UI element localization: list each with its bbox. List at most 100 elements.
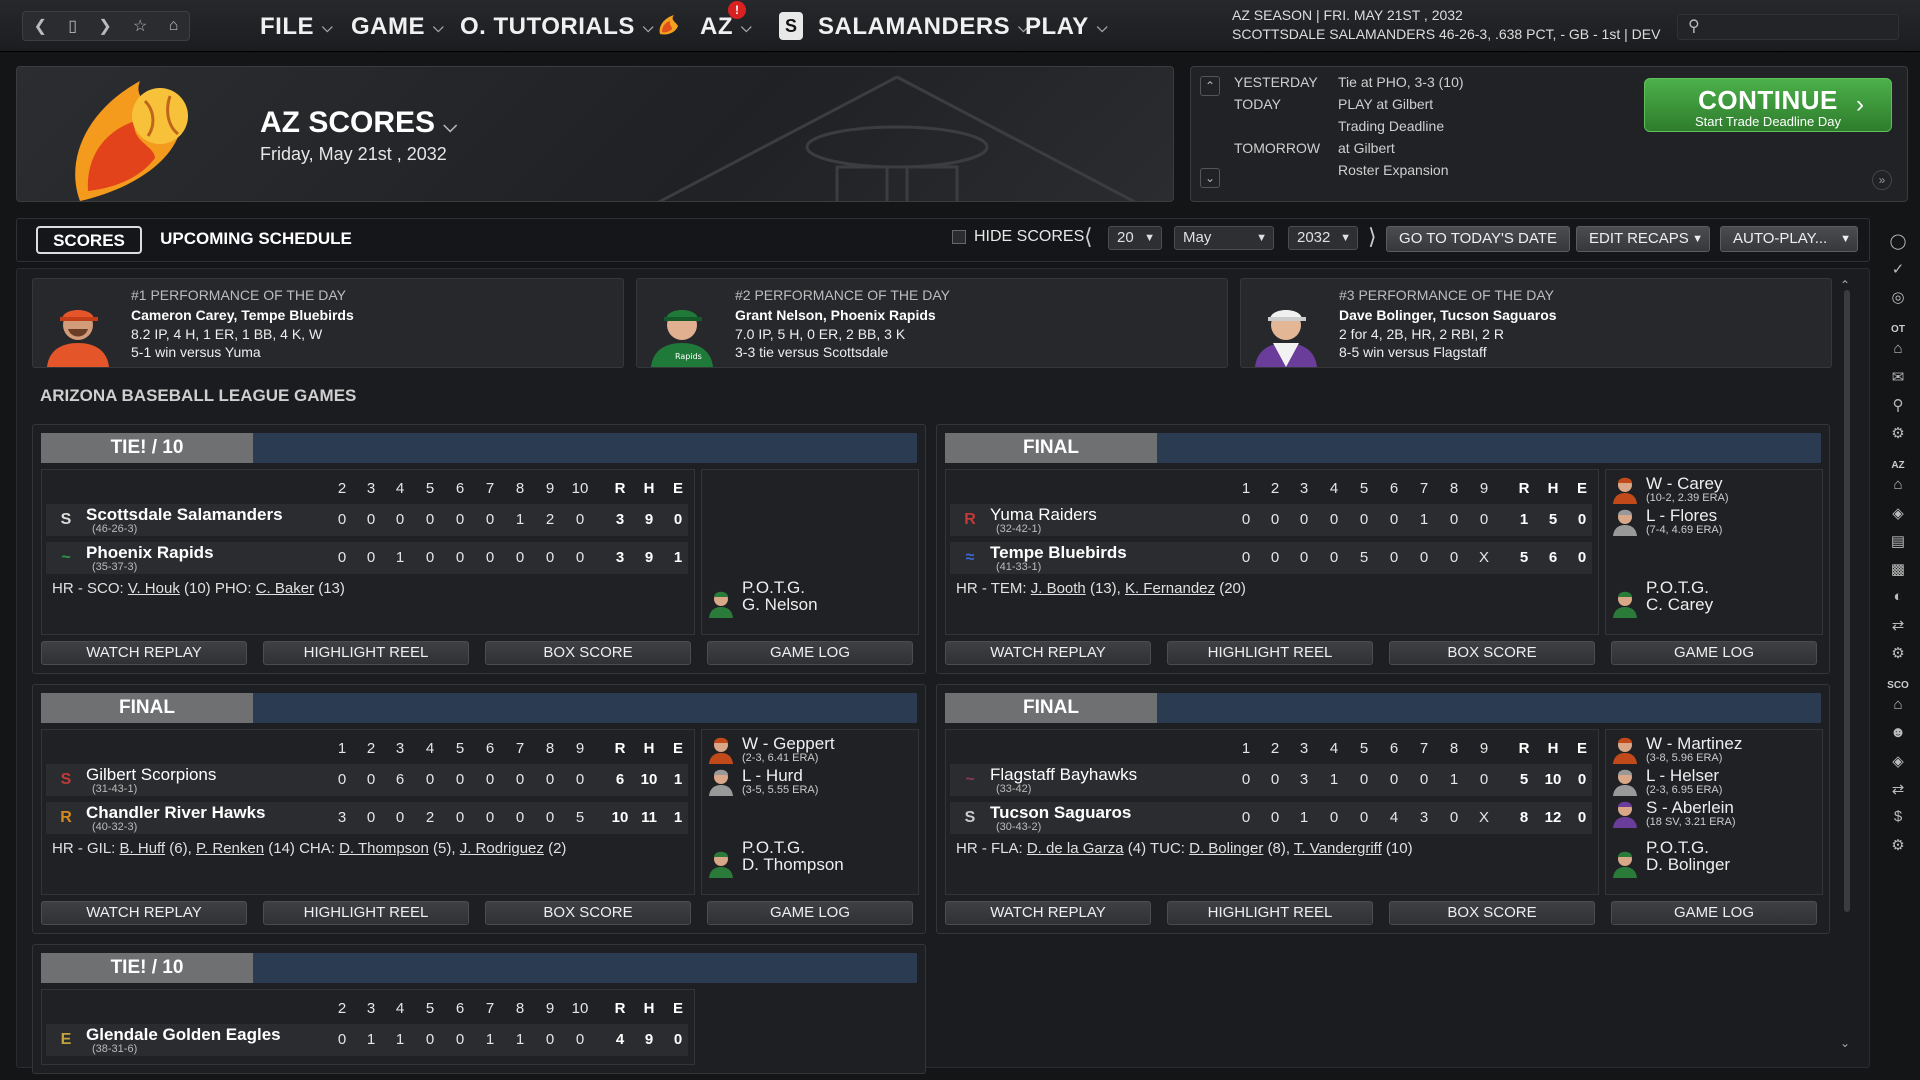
news-icon[interactable]: ▤ <box>1888 532 1908 552</box>
year-select[interactable]: 2032 ▼ <box>1288 226 1358 250</box>
continue-button[interactable]: CONTINUE Start Trade Deadline Day <box>1644 78 1892 132</box>
box-score-button[interactable]: BOX SCORE <box>1389 641 1595 665</box>
watch-replay-button[interactable]: WATCH REPLAY <box>41 901 247 925</box>
trade-icon[interactable]: ⇄ <box>1888 616 1908 636</box>
roster-icon[interactable]: ☻ <box>1888 724 1908 744</box>
home-icon[interactable]: ⌂ <box>1888 476 1908 496</box>
watch-replay-button[interactable]: WATCH REPLAY <box>945 641 1151 665</box>
hide-scores-checkbox[interactable] <box>952 230 966 244</box>
potg-player[interactable]: D. Thompson <box>742 855 844 875</box>
hr-player-link[interactable]: J. Booth <box>1031 580 1086 597</box>
team-row[interactable]: S Tucson Saguaros (30-43-2) 0 0 1 0 0 4 3 0 X 8 12 0 <box>950 802 1592 834</box>
box-score-button[interactable]: BOX SCORE <box>485 901 691 925</box>
menu-file[interactable]: FILE ⌵ <box>260 13 333 41</box>
home-icon[interactable]: ⌂ <box>169 17 179 35</box>
trade-icon[interactable]: ⇄ <box>1888 780 1908 800</box>
hr-player-link[interactable]: V. Houk <box>128 580 180 597</box>
team-row[interactable]: ~ Phoenix Rapids (35-37-3) 0 0 1 0 0 0 0 0 0 3 9 1 <box>46 542 688 574</box>
chart-icon[interactable]: ▩ <box>1888 560 1908 580</box>
team-row[interactable]: S Scottsdale Salamanders (46-26-3) 0 0 0 0 0 0 1 2… <box>46 504 688 536</box>
potg-player[interactable]: D. Bolinger <box>1646 855 1730 875</box>
box-score-button[interactable]: BOX SCORE <box>1389 901 1595 925</box>
mail-icon[interactable]: ✉ <box>1888 368 1908 388</box>
chevron-down-icon[interactable]: ⌄ <box>1200 168 1220 188</box>
team-name[interactable]: Yuma Raiders <box>990 505 1097 525</box>
hr-player-link[interactable]: D. de la Garza <box>1027 840 1124 857</box>
chevron-up-icon[interactable]: ⌃ <box>1200 76 1220 96</box>
performance-card-1[interactable]: #1 PERFORMANCE OF THE DAY Cameron Carey,… <box>32 278 624 368</box>
scroll-down-icon[interactable]: ⌄ <box>1840 1036 1850 1050</box>
back-icon[interactable]: ❮ <box>34 16 47 36</box>
highlight-reel-button[interactable]: HIGHLIGHT REEL <box>1167 901 1373 925</box>
next-date-icon[interactable]: ⟩ <box>1368 224 1377 250</box>
check-icon[interactable]: ✓ <box>1888 260 1908 280</box>
scrollbar[interactable] <box>1844 290 1850 912</box>
team-name[interactable]: Gilbert Scorpions <box>86 765 216 785</box>
page-title[interactable]: AZ SCORES ⌵ <box>260 106 457 140</box>
performance-card-2[interactable]: Rapids #2 PERFORMANCE OF THE DAY Grant N… <box>636 278 1228 368</box>
day-select[interactable]: 20 ▼ <box>1108 226 1162 250</box>
menu-play[interactable]: PLAY ⌵ <box>1025 13 1108 41</box>
hr-player-link[interactable]: K. Fernandez <box>1125 580 1215 597</box>
edit-recaps-button[interactable]: EDIT RECAPS ▼ <box>1576 226 1710 252</box>
hr-player-link[interactable]: J. Rodriguez <box>460 840 544 857</box>
scroll-up-icon[interactable]: ⌃ <box>1840 278 1850 292</box>
highlight-reel-button[interactable]: HIGHLIGHT REEL <box>263 641 469 665</box>
team-row[interactable]: E Glendale Golden Eagles (38-31-6) 0 1 1 0 0 1 1 0… <box>46 1024 688 1056</box>
losing-pitcher[interactable]: L - Helser <box>1646 766 1719 786</box>
team-name[interactable]: Phoenix Rapids <box>86 543 214 563</box>
team-name[interactable]: Scottsdale Salamanders <box>86 505 283 525</box>
home-icon[interactable]: ⌂ <box>1888 340 1908 360</box>
save-pitcher[interactable]: S - Aberlein <box>1646 798 1734 818</box>
highlight-reel-button[interactable]: HIGHLIGHT REEL <box>1167 641 1373 665</box>
location-icon[interactable]: ◈ <box>1888 504 1908 524</box>
hr-player-link[interactable]: P. Renken <box>196 840 264 857</box>
tab-scores[interactable]: SCORES <box>36 226 142 254</box>
tab-upcoming-schedule[interactable]: UPCOMING SCHEDULE <box>160 226 352 254</box>
auto-play-button[interactable]: AUTO-PLAY... ▼ <box>1720 226 1858 252</box>
star-icon[interactable]: ☆ <box>133 16 147 36</box>
month-select[interactable]: May ▼ <box>1174 226 1274 250</box>
location-icon[interactable]: ◈ <box>1888 752 1908 772</box>
team-name[interactable]: Flagstaff Bayhawks <box>990 765 1137 785</box>
highlight-reel-button[interactable]: HIGHLIGHT REEL <box>263 901 469 925</box>
search-icon[interactable]: ⚲ <box>1888 396 1908 416</box>
page-icon[interactable]: ▯ <box>68 16 77 36</box>
potg-player[interactable]: C. Carey <box>1646 595 1713 615</box>
prev-date-icon[interactable]: ⟨ <box>1084 224 1093 250</box>
winning-pitcher[interactable]: W - Geppert <box>742 734 835 754</box>
ball-icon[interactable]: ◐ <box>1888 588 1908 608</box>
menu-tutorials[interactable]: O. TUTORIALS ⌵ <box>460 13 654 41</box>
dollar-icon[interactable]: $ <box>1888 808 1908 828</box>
team-row[interactable]: ≈ Tempe Bluebirds (41-33-1) 0 0 0 0 5 0 0 0 X 5 6 0 <box>950 542 1592 574</box>
hr-player-link[interactable]: D. Bolinger <box>1189 840 1263 857</box>
globe-icon[interactable]: ◎ <box>1888 288 1908 308</box>
team-name[interactable]: Tucson Saguaros <box>990 803 1131 823</box>
winning-pitcher[interactable]: W - Carey <box>1646 474 1723 494</box>
team-name[interactable]: Chandler River Hawks <box>86 803 266 823</box>
team-row[interactable]: R Chandler River Hawks (40-32-3) 3 0 0 2 0 0 0 0 5 1… <box>46 802 688 834</box>
gear-icon[interactable]: ⚙ <box>1888 836 1908 856</box>
menu-az[interactable]: AZ ⌵ <box>700 13 752 41</box>
hr-player-link[interactable]: D. Thompson <box>339 840 429 857</box>
potg-player[interactable]: G. Nelson <box>742 595 818 615</box>
go-to-today-button[interactable]: GO TO TODAY'S DATE <box>1386 226 1570 252</box>
team-name[interactable]: Glendale Golden Eagles <box>86 1025 281 1045</box>
menu-game[interactable]: GAME ⌵ <box>351 13 444 41</box>
team-row[interactable]: ~ Flagstaff Bayhawks (33-42) 0 0 3 1 0 0 0 1 0 5 10 0 <box>950 764 1592 796</box>
forward-icon[interactable]: ❯ <box>98 16 111 36</box>
performance-card-3[interactable]: #3 PERFORMANCE OF THE DAY Dave Bolinger,… <box>1240 278 1832 368</box>
hr-player-link[interactable]: B. Huff <box>120 840 166 857</box>
losing-pitcher[interactable]: L - Flores <box>1646 506 1717 526</box>
lightbulb-icon[interactable]: ◯ <box>1888 232 1908 252</box>
game-log-button[interactable]: GAME LOG <box>707 901 913 925</box>
search-input[interactable]: ⚲ <box>1677 14 1899 40</box>
hr-player-link[interactable]: C. Baker <box>256 580 314 597</box>
team-name[interactable]: Tempe Bluebirds <box>990 543 1127 563</box>
watch-replay-button[interactable]: WATCH REPLAY <box>945 901 1151 925</box>
watch-replay-button[interactable]: WATCH REPLAY <box>41 641 247 665</box>
gear-icon[interactable]: ⚙ <box>1888 644 1908 664</box>
box-score-button[interactable]: BOX SCORE <box>485 641 691 665</box>
gear-icon[interactable]: ⚙ <box>1888 424 1908 444</box>
home-icon[interactable]: ⌂ <box>1888 696 1908 716</box>
